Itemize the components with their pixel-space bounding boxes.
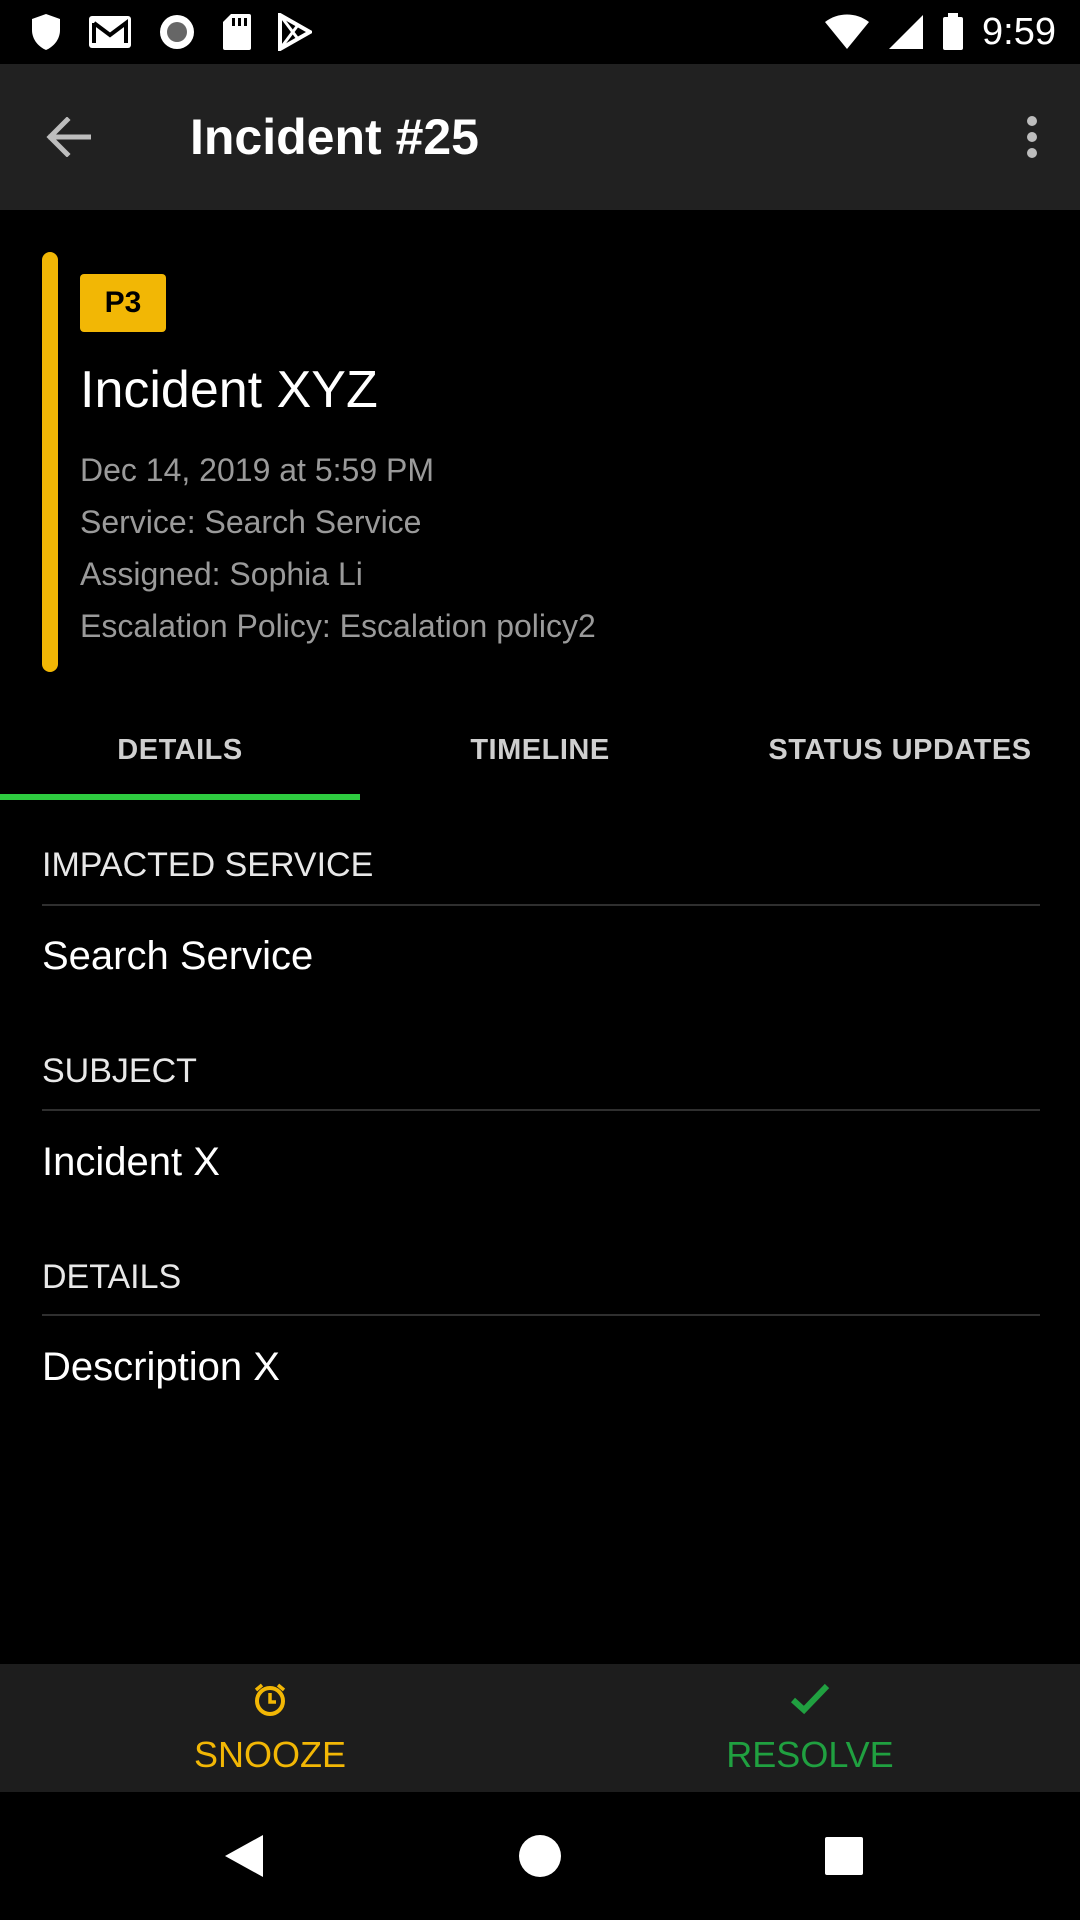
alarm-clock-icon	[254, 1683, 286, 1716]
subject-label: SUBJECT	[42, 1052, 197, 1090]
nav-back-icon	[225, 1835, 263, 1877]
divider	[42, 1314, 1040, 1316]
system-nav-bar	[0, 1792, 1080, 1920]
tab-timeline[interactable]: TIMELINE	[360, 700, 720, 800]
incident-escalation-policy: Escalation Policy: Escalation policy2	[80, 608, 596, 644]
incident-assignee: Assigned: Sophia Li	[80, 556, 363, 592]
incident-header: P3 Incident XYZ Dec 14, 2019 at 5:59 PM …	[0, 210, 1080, 680]
divider	[42, 1109, 1040, 1111]
subject-value: Incident X	[42, 1140, 220, 1184]
battery-icon	[942, 13, 964, 51]
page-title: Incident #25	[190, 109, 479, 165]
snooze-button[interactable]: SNOOZE	[0, 1664, 540, 1792]
play-store-icon	[278, 13, 312, 51]
status-bar-system: 9:59	[824, 11, 1080, 54]
impacted-service-label: IMPACTED SERVICE	[42, 846, 374, 884]
back-button[interactable]	[40, 109, 96, 165]
overflow-menu-button[interactable]	[1010, 109, 1054, 165]
circle-record-icon	[158, 13, 196, 51]
gmail-icon	[88, 15, 132, 49]
details-value: Description X	[42, 1345, 280, 1389]
sd-card-icon	[222, 13, 252, 51]
impacted-service-value: Search Service	[42, 934, 314, 978]
tab-details[interactable]: DETAILS	[0, 700, 360, 800]
status-bar: 9:59	[0, 0, 1080, 64]
shield-icon	[30, 13, 62, 51]
checkmark-icon	[790, 1683, 830, 1715]
nav-recents-icon	[825, 1837, 863, 1875]
snooze-label: SNOOZE	[193, 1734, 346, 1775]
incident-date: Dec 14, 2019 at 5:59 PM	[80, 452, 434, 488]
nav-home-button[interactable]	[506, 1822, 574, 1890]
details-label: DETAILS	[42, 1258, 182, 1296]
nav-recents-button[interactable]	[810, 1822, 878, 1890]
tab-indicator	[0, 794, 360, 800]
divider	[42, 904, 1040, 906]
wifi-icon	[824, 14, 870, 50]
nav-home-icon	[519, 1835, 561, 1877]
resolve-button[interactable]: RESOLVE	[540, 1664, 1080, 1792]
priority-badge: P3	[80, 274, 166, 332]
signal-icon	[888, 14, 924, 50]
severity-bar	[42, 252, 58, 672]
arrow-back-icon	[46, 117, 91, 157]
nav-back-button[interactable]	[210, 1822, 278, 1890]
tab-status-updates[interactable]: STATUS UPDATES	[720, 700, 1080, 800]
status-bar-notifications	[0, 13, 312, 51]
incident-name: Incident XYZ	[80, 361, 378, 419]
action-bar: SNOOZE RESOLVE	[0, 1664, 1080, 1792]
tab-bar: DETAILS TIMELINE STATUS UPDATES	[0, 700, 1080, 800]
more-vert-icon	[1027, 116, 1037, 158]
status-time: 9:59	[982, 10, 1056, 53]
resolve-label: RESOLVE	[726, 1734, 894, 1775]
incident-service: Service: Search Service	[80, 504, 422, 540]
app-bar: Incident #25	[0, 64, 1080, 210]
